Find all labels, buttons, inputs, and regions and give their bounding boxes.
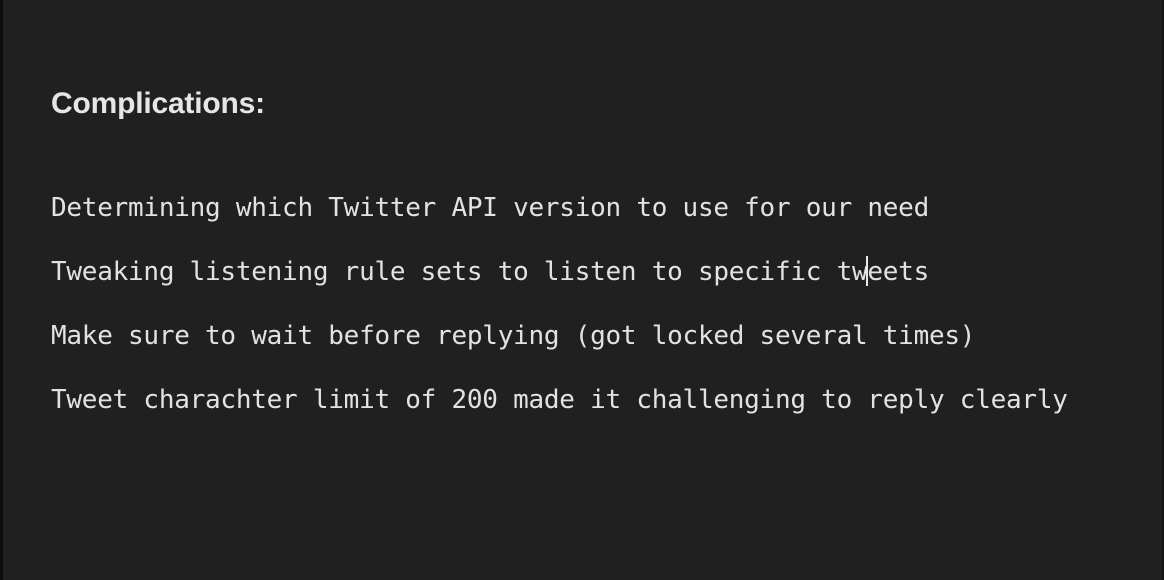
line-text-before-caret: Tweaking listening rule sets to listen t… xyxy=(51,257,868,287)
line-text-after-caret: eets xyxy=(867,257,930,287)
list-item: Tweet charachter limit of 200 made it ch… xyxy=(51,385,1068,415)
list-item-with-caret[interactable]: Tweaking listening rule sets to listen t… xyxy=(51,252,1068,292)
list-item: Make sure to wait before replying (got l… xyxy=(51,321,976,351)
text-editor[interactable]: Complications: Determining which Twitter… xyxy=(0,0,1164,580)
list-item: Determining which Twitter API version to… xyxy=(51,193,929,223)
complications-list: Determining which Twitter API version to… xyxy=(51,188,1068,444)
section-heading: Complications: xyxy=(51,87,265,120)
